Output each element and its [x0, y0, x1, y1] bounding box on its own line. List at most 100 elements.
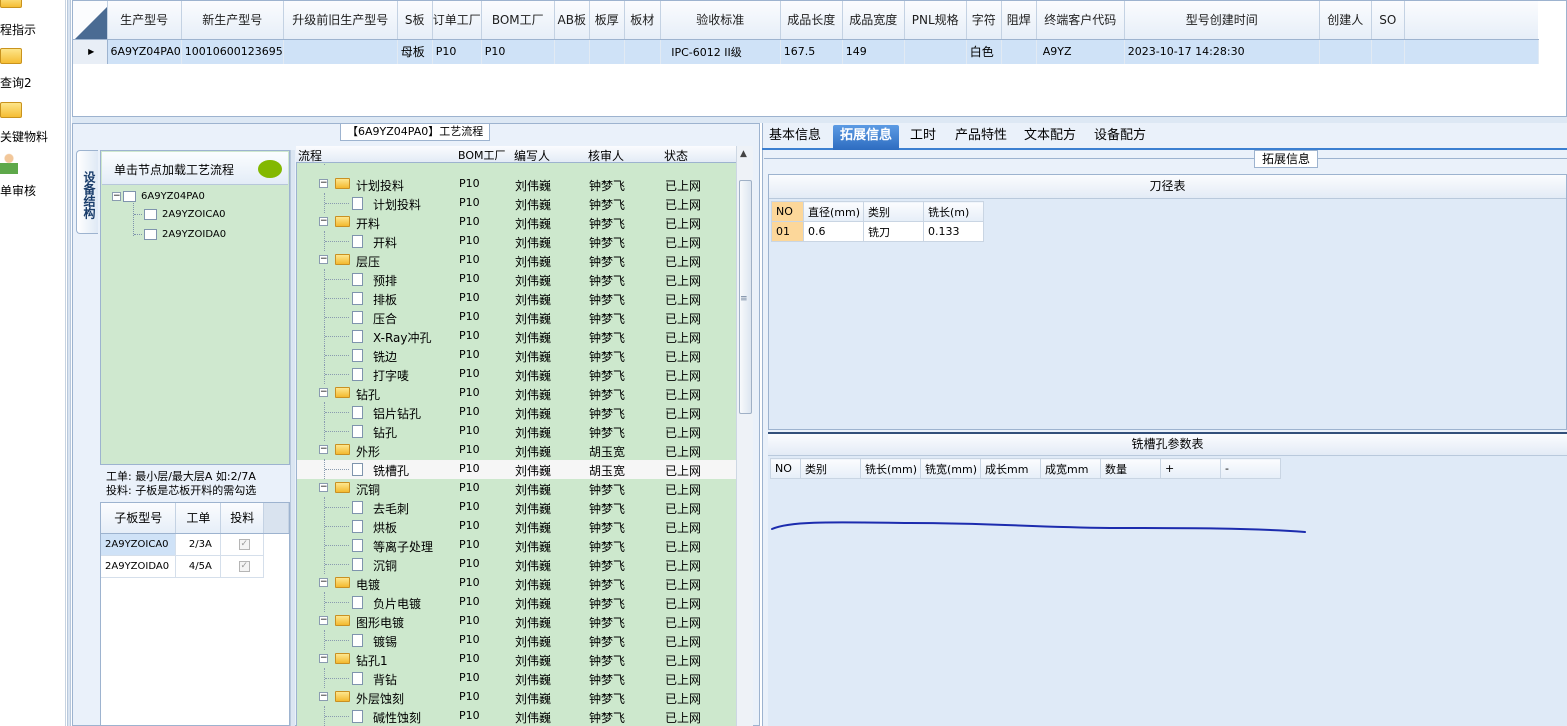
grid-header[interactable]: 成宽mm [1040, 458, 1101, 479]
grid-cell[interactable]: 0.133 [923, 221, 984, 242]
tab-device-recipe[interactable]: 设备配方 [1087, 125, 1153, 150]
grid-cell[interactable] [1371, 39, 1405, 64]
grid-cell[interactable] [283, 39, 398, 64]
flow-row[interactable]: − 沉铜 P10 刘伟巍 钟梦飞 已上网 [297, 479, 736, 498]
flow-row[interactable]: 压合 P10 刘伟巍 钟梦飞 已上网 [297, 307, 736, 327]
flow-row[interactable]: 铣边 P10 刘伟巍 钟梦飞 已上网 [297, 345, 736, 365]
grid-cell[interactable]: 10010600123695 [181, 39, 284, 64]
flow-row[interactable]: − 外层蚀刻 P10 刘伟巍 钟梦飞 已上网 [297, 688, 736, 707]
grid-header[interactable]: 类别 [863, 201, 924, 222]
grid-header[interactable]: 升级前旧生产型号 [283, 1, 398, 40]
grid-header[interactable]: 铣宽(mm) [920, 458, 981, 479]
flow-row[interactable]: 镀锡 P10 刘伟巍 钟梦飞 已上网 [297, 630, 736, 650]
grid-header[interactable]: 铣长(m) [923, 201, 984, 222]
grid-cell[interactable] [589, 39, 625, 64]
grid-cell[interactable]: 4/5A [175, 555, 222, 578]
grid-cell[interactable] [904, 39, 967, 64]
grid-header[interactable]: 子板型号 [101, 503, 177, 534]
tab-product-features[interactable]: 产品特性 [948, 125, 1014, 150]
grid-header[interactable]: 型号创建时间 [1124, 1, 1320, 40]
grid-header[interactable]: NO [770, 458, 801, 479]
flow-row[interactable]: 铝片钻孔 P10 刘伟巍 钟梦飞 已上网 [297, 402, 736, 422]
add-row-button[interactable]: + [1160, 458, 1221, 479]
grid-cell[interactable]: 2023-10-17 14:28:30 [1124, 39, 1320, 64]
grid-cell[interactable]: 铣刀 [863, 221, 924, 242]
flow-header-cell[interactable]: 流程 [298, 147, 322, 164]
collapse-icon[interactable]: − [319, 445, 328, 454]
flow-row[interactable]: 碱性蚀刻 P10 刘伟巍 钟梦飞 已上网 [297, 706, 736, 726]
tab-basic-info[interactable]: 基本信息 [762, 125, 828, 150]
grid-header[interactable]: 成长mm [980, 458, 1041, 479]
collapse-icon[interactable]: − [319, 578, 328, 587]
flow-row[interactable]: 打字唛 P10 刘伟巍 钟梦飞 已上网 [297, 364, 736, 384]
inner-splitter[interactable] [290, 150, 295, 726]
grid-header[interactable]: 创建人 [1319, 1, 1372, 40]
grid-cell[interactable]: P10 [432, 39, 482, 64]
nav-item-process-guide[interactable]: 程指示 [0, 0, 66, 37]
grid-header[interactable]: 数量 [1100, 458, 1161, 479]
tree-node-child[interactable]: 2A9YZOIDA0 [134, 229, 226, 240]
grid-cell[interactable]: 6A9YZ04PA0 [107, 39, 182, 64]
collapse-icon[interactable]: − [319, 388, 328, 397]
table-row[interactable]: 2A9YZOICA0 2/3A ✓ [101, 533, 289, 556]
flow-row[interactable]: − 图形电镀 P10 刘伟巍 钟梦飞 已上网 [297, 612, 736, 631]
grid-header[interactable]: 字符 [966, 1, 1002, 40]
grid-header[interactable]: NO [771, 201, 804, 222]
grid-cell[interactable]: 0.6 [803, 221, 864, 242]
flow-row[interactable]: 钻孔 P10 刘伟巍 钟梦飞 已上网 [297, 421, 736, 441]
grid-cell[interactable]: A9YZ [1036, 39, 1125, 64]
flow-row[interactable]: X-Ray冲孔 P10 刘伟巍 钟梦飞 已上网 [297, 326, 736, 346]
grid-header[interactable]: 订单工厂 [432, 1, 482, 40]
collapse-icon[interactable]: − [319, 616, 328, 625]
flow-row[interactable]: 沉铜 P10 刘伟巍 钟梦飞 已上网 [297, 554, 736, 574]
scroll-up-icon[interactable]: ▲ [740, 149, 747, 159]
grid-header[interactable]: 工单 [175, 503, 222, 534]
grid-header[interactable]: 阻焊 [1001, 1, 1037, 40]
grid-cell[interactable]: 167.5 [780, 39, 843, 64]
grid-header[interactable]: 验收标准 [660, 1, 781, 40]
flow-row[interactable]: − 外形 P10 刘伟巍 胡玉宽 已上网 [297, 441, 736, 460]
tab-work-hours[interactable]: 工时 [903, 125, 943, 150]
collapse-icon[interactable]: − [319, 654, 328, 663]
remove-row-button[interactable]: - [1220, 458, 1281, 479]
grid-cell[interactable] [1001, 39, 1037, 64]
flow-row[interactable]: 预排 P10 刘伟巍 钟梦飞 已上网 [297, 269, 736, 289]
flow-row[interactable]: 计划投料 P10 刘伟巍 钟梦飞 已上网 [297, 193, 736, 213]
grid-cell[interactable] [554, 39, 590, 64]
nav-item-order-review[interactable]: 单审核 [0, 150, 66, 198]
checkbox[interactable]: ✓ [238, 539, 250, 550]
grid-cell[interactable] [1319, 39, 1372, 64]
grid-header[interactable]: 投料 [220, 503, 265, 534]
grid-header[interactable]: 铣长(mm) [860, 458, 921, 479]
flow-row[interactable]: 烘板 P10 刘伟巍 钟梦飞 已上网 [297, 516, 736, 536]
flow-header-cell[interactable]: 编写人 [514, 147, 550, 164]
flow-row[interactable]: 等离子处理 P10 刘伟巍 钟梦飞 已上网 [297, 535, 736, 555]
flow-row[interactable]: − 电镀 P10 刘伟巍 钟梦飞 已上网 [297, 574, 736, 593]
nav-item-query2[interactable]: 查询2 [0, 48, 66, 90]
grid-cell[interactable]: 2A9YZOICA0 [101, 533, 177, 556]
flow-row[interactable]: − 钻孔1 P10 刘伟巍 钟梦飞 已上网 [297, 650, 736, 669]
nav-splitter[interactable] [67, 0, 71, 726]
tab-extended-info[interactable]: 拓展信息 [833, 125, 900, 150]
table-row[interactable]: 01 0.6 铣刀 0.133 [771, 221, 984, 242]
grid-cell[interactable]: P10 [481, 39, 555, 64]
nav-item-key-material[interactable]: 关键物料 [0, 102, 66, 144]
grid-header[interactable]: 生产型号 [107, 1, 182, 40]
collapse-icon[interactable]: − [112, 192, 121, 201]
flow-row[interactable]: 背钻 P10 刘伟巍 钟梦飞 已上网 [297, 668, 736, 688]
flow-row[interactable]: − 层压 P10 刘伟巍 钟梦飞 已上网 [297, 251, 736, 270]
flow-row[interactable]: 开料 P10 刘伟巍 钟梦飞 已上网 [297, 231, 736, 251]
flow-row[interactable]: − 钻孔 P10 刘伟巍 钟梦飞 已上网 [297, 384, 736, 403]
flow-row[interactable]: 负片电镀 P10 刘伟巍 钟梦飞 已上网 [297, 592, 736, 612]
grid-header[interactable]: BOM工厂 [481, 1, 555, 40]
collapse-icon[interactable]: − [319, 179, 328, 188]
grid-header[interactable]: PNL规格 [904, 1, 967, 40]
tree-node-root[interactable]: − 6A9YZ04PA0 [112, 191, 205, 202]
table-row[interactable]: 2A9YZOIDA0 4/5A ✓ [101, 555, 289, 578]
tab-device-structure[interactable]: 设备结构 [76, 150, 98, 234]
grid-cell[interactable]: 2A9YZOIDA0 [101, 555, 177, 578]
collapse-icon[interactable]: − [319, 692, 328, 701]
collapse-icon[interactable]: − [319, 217, 328, 226]
flow-header-cell[interactable]: 核审人 [588, 147, 624, 164]
flow-header-cell[interactable]: 状态 [664, 147, 688, 164]
